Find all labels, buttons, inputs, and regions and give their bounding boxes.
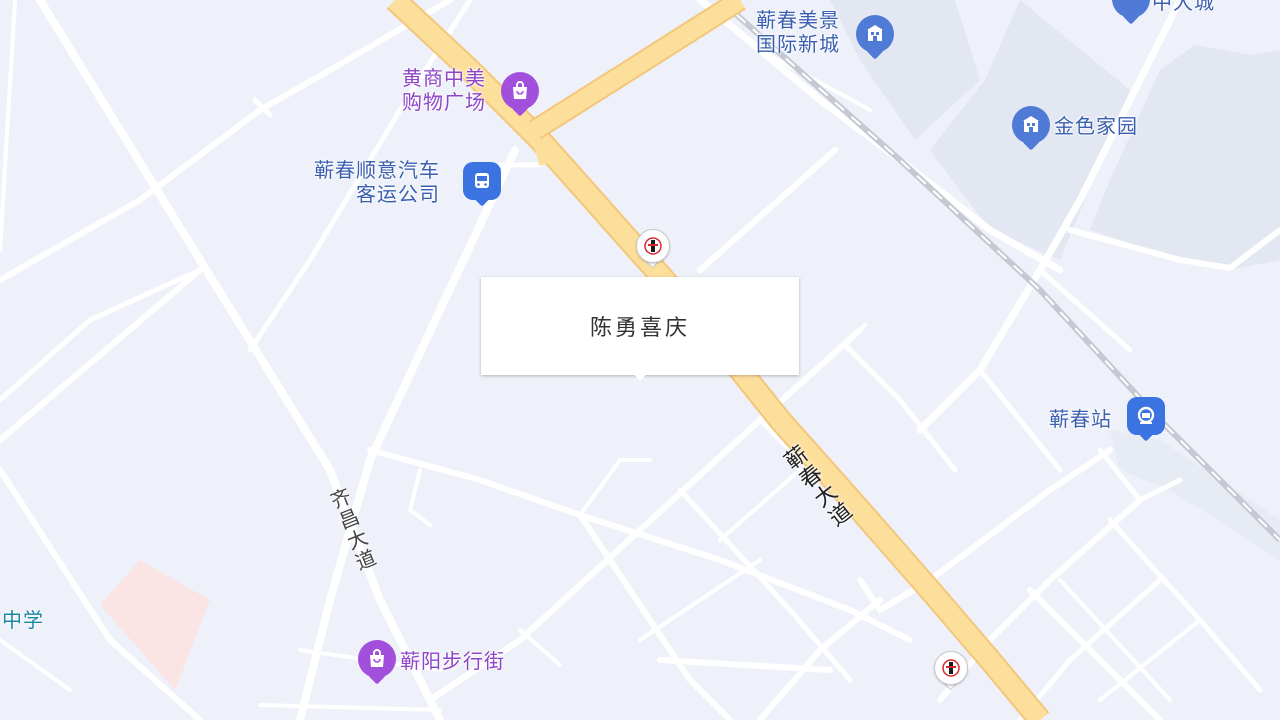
poi-label-line: 黄商中美: [402, 66, 486, 90]
poi-label-line: 金色家园: [1054, 114, 1138, 138]
poi-label-qiyang-street[interactable]: 蕲阳步行街: [400, 649, 505, 673]
shopping-bag-icon[interactable]: [358, 640, 396, 685]
residential-icon[interactable]: [856, 15, 894, 60]
block-area: [1090, 45, 1280, 270]
info-popup[interactable]: 陈勇喜庆: [481, 277, 799, 375]
gas-station-marker[interactable]: [636, 229, 670, 269]
sinopec-icon: [942, 659, 960, 677]
poi-label-line: 中学: [2, 608, 44, 632]
gas-station-marker[interactable]: [934, 651, 968, 691]
poi-label-line: 蕲春站: [1049, 407, 1112, 431]
popup-title: 陈勇喜庆: [589, 316, 690, 341]
poi-label-top-right-city[interactable]: 中大城: [1152, 0, 1215, 14]
poi-label-line: 蕲阳步行街: [400, 649, 505, 673]
poi-label-huangshang[interactable]: 黄商中美 购物广场: [402, 66, 486, 114]
poi-label-jinse-jiayuan[interactable]: 金色家园: [1054, 114, 1138, 138]
poi-label-middle-school[interactable]: 中学: [2, 608, 44, 632]
poi-label-line: 中大城: [1152, 0, 1215, 14]
residential-icon[interactable]: [1012, 106, 1050, 151]
poi-label-line: 蕲春美景: [756, 8, 840, 32]
bus-icon[interactable]: [463, 162, 501, 207]
train-station-icon[interactable]: [1127, 397, 1165, 442]
popup-pointer: [629, 369, 651, 381]
poi-label-shunyi-bus[interactable]: 蕲春顺意汽车 客运公司: [314, 158, 440, 206]
school-area: [100, 560, 210, 690]
poi-label-line: 购物广场: [402, 90, 486, 114]
poi-label-jinchun-meijing[interactable]: 蕲春美景 国际新城: [756, 8, 840, 56]
sinopec-icon: [644, 237, 662, 255]
poi-label-line: 客运公司: [356, 182, 440, 206]
poi-label-qichun-station[interactable]: 蕲春站: [1049, 407, 1112, 431]
shopping-bag-icon[interactable]: [501, 72, 539, 117]
poi-label-line: 国际新城: [756, 32, 840, 56]
residential-icon[interactable]: [1112, 0, 1150, 25]
poi-label-line: 蕲春顺意汽车: [314, 158, 440, 182]
